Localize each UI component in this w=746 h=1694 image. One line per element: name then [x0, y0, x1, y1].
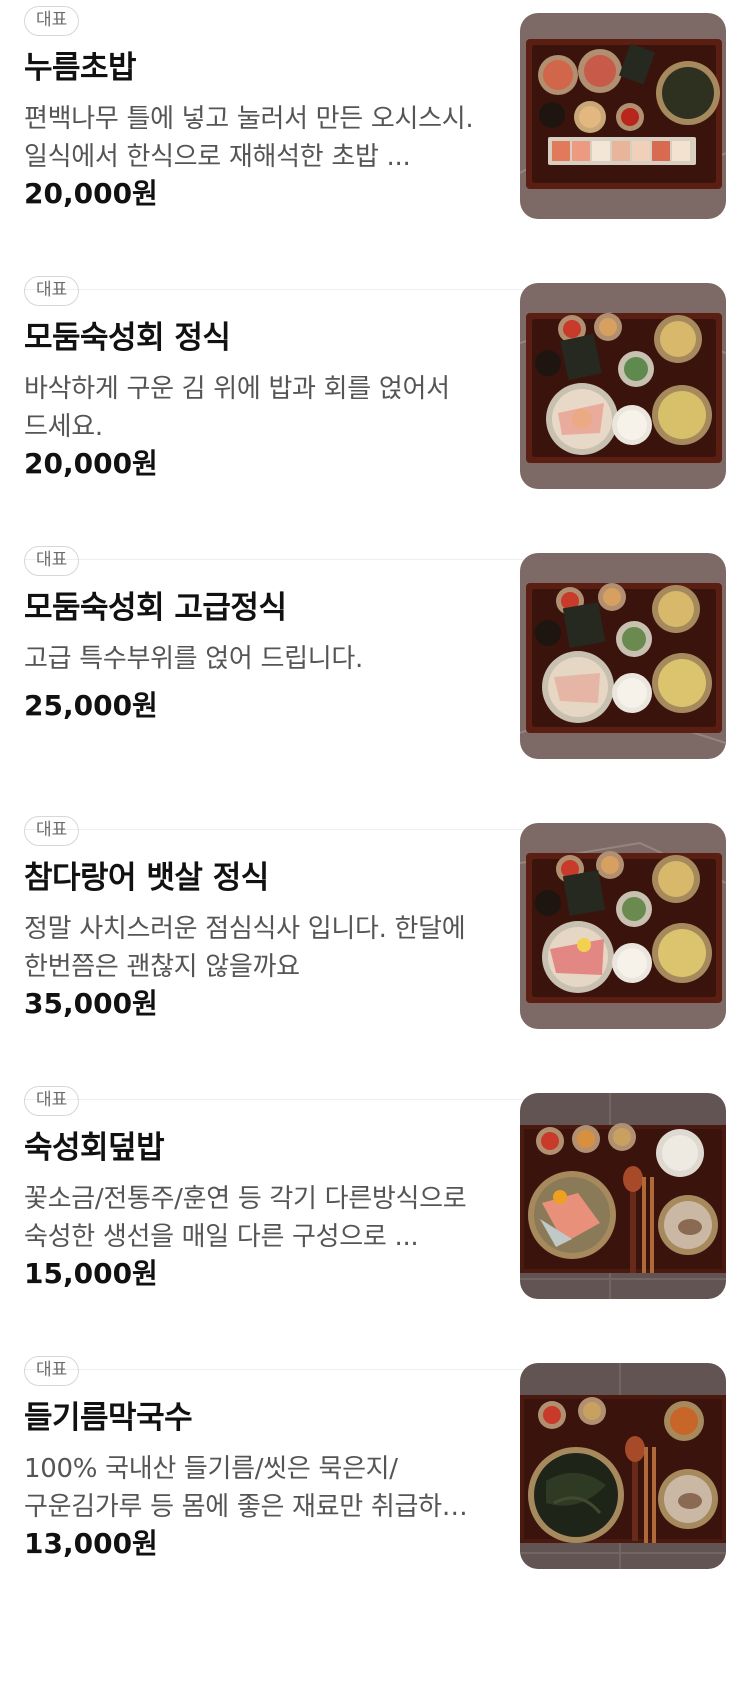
signature-badge: 대표 — [24, 1086, 80, 1116]
menu-item-photo[interactable] — [520, 823, 726, 1029]
menu-item-photo[interactable] — [520, 1093, 726, 1299]
menu-item-name: 모둠숙성회 고급정식 — [24, 590, 287, 626]
menu-item-name: 들기름막국수 — [24, 1400, 193, 1436]
menu-item-name: 누름초밥 — [24, 50, 137, 86]
menu-item-name: 참다랑어 뱃살 정식 — [24, 860, 269, 896]
menu-item[interactable]: 대표 모둠숙성회 고급정식 고급 특수부위를 얹어 드립니다. 25,000원 — [0, 540, 746, 830]
menu-item-description: 바삭하게 구운 김 위에 밥과 회를 얹어서 드세요. — [24, 374, 450, 442]
signature-badge: 대표 — [24, 816, 80, 846]
menu-item-description: 정말 사치스러운 점심식사 입니다. 한달에 한번쯤은 괜찮지 않을까요 — [24, 914, 466, 982]
menu-item-description: 편백나무 틀에 넣고 눌러서 만든 오시스시. 일식에서 한식으로 재해석한 초… — [24, 104, 474, 172]
menu-item-photo[interactable] — [520, 13, 726, 219]
signature-badge: 대표 — [24, 546, 80, 576]
menu-item-description: 100% 국내산 들기름/씻은 묵은지/구운김가루 등 몸에 좋은 재료만 취급… — [24, 1454, 466, 1522]
signature-badge: 대표 — [24, 276, 80, 306]
menu-item-price: 20,000원 — [24, 447, 158, 480]
menu-item-price: 20,000원 — [24, 177, 158, 210]
menu-list: 대표 누름초밥 편백나무 틀에 넣고 눌러서 만든 오시스시. 일식에서 한식으… — [0, 0, 746, 1694]
menu-item[interactable]: 대표 누름초밥 편백나무 틀에 넣고 눌러서 만든 오시스시. 일식에서 한식으… — [0, 0, 746, 290]
menu-item-price: 13,000원 — [24, 1527, 158, 1560]
menu-item-price: 15,000원 — [24, 1257, 158, 1290]
menu-item[interactable]: 대표 참다랑어 뱃살 정식 정말 사치스러운 점심식사 입니다. 한달에 한번쯤… — [0, 810, 746, 1100]
signature-badge: 대표 — [24, 1356, 80, 1386]
menu-item-price: 25,000원 — [24, 689, 158, 722]
menu-item-price: 35,000원 — [24, 987, 158, 1020]
menu-item[interactable]: 대표 들기름막국수 100% 국내산 들기름/씻은 묵은지/구운김가루 등 몸에… — [0, 1350, 746, 1640]
menu-item-photo[interactable] — [520, 283, 726, 489]
signature-badge: 대표 — [24, 6, 80, 36]
menu-item[interactable]: 대표 숙성회덮밥 꽃소금/전통주/훈연 등 각기 다른방식으로 숙성한 생선을 … — [0, 1080, 746, 1370]
menu-item-name: 모둠숙성회 정식 — [24, 320, 231, 356]
menu-item-name: 숙성회덮밥 — [24, 1130, 165, 1166]
menu-item-photo[interactable] — [520, 1363, 726, 1569]
menu-item-description: 꽃소금/전통주/훈연 등 각기 다른방식으로 숙성한 생선을 매일 다른 구성으… — [24, 1184, 467, 1252]
menu-item[interactable]: 대표 모둠숙성회 정식 바삭하게 구운 김 위에 밥과 회를 얹어서 드세요. … — [0, 270, 746, 560]
menu-item-description: 고급 특수부위를 얹어 드립니다. — [24, 644, 363, 674]
menu-item-photo[interactable] — [520, 553, 726, 759]
